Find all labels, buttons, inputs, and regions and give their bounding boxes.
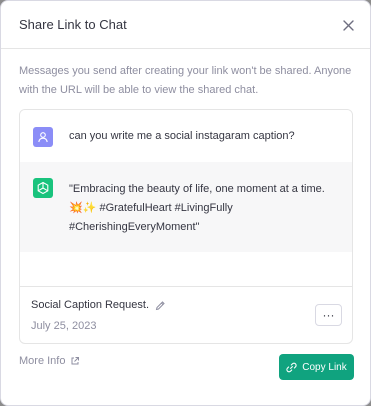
assistant-message-text: "Embracing the beauty of life, one momen… xyxy=(69,183,325,233)
more-info-link[interactable]: More Info xyxy=(19,355,80,367)
openai-logo-icon xyxy=(37,181,49,195)
copy-link-button[interactable]: Copy Link xyxy=(279,354,354,380)
chat-meta: Social Caption Request. July 25, 2023 ··… xyxy=(20,286,352,343)
chat-preview: can you write me a social instagaram cap… xyxy=(19,109,353,344)
more-options-button[interactable]: ··· xyxy=(315,304,342,326)
user-message-text: can you write me a social instagaram cap… xyxy=(69,130,295,142)
user-avatar xyxy=(33,127,53,147)
close-button[interactable] xyxy=(340,17,356,33)
chat-title: Social Caption Request. xyxy=(31,299,150,311)
chat-date: July 25, 2023 xyxy=(31,320,97,332)
assistant-message: "Embracing the beauty of life, one momen… xyxy=(20,162,352,252)
chat-title-row: Social Caption Request. xyxy=(31,299,166,311)
copy-link-label: Copy Link xyxy=(302,361,347,373)
assistant-avatar xyxy=(33,178,53,198)
share-link-modal: Share Link to Chat Messages you send aft… xyxy=(0,0,371,406)
link-icon xyxy=(286,362,297,372)
modal-header: Share Link to Chat xyxy=(1,1,370,49)
modal-description: Messages you send after creating your li… xyxy=(19,65,352,96)
external-link-icon xyxy=(71,357,80,365)
pencil-icon[interactable] xyxy=(155,300,166,311)
modal-title: Share Link to Chat xyxy=(19,17,127,32)
user-icon xyxy=(38,132,48,143)
close-icon xyxy=(342,19,354,31)
more-info-label: More Info xyxy=(19,355,66,367)
user-message: can you write me a social instagaram cap… xyxy=(20,110,352,162)
